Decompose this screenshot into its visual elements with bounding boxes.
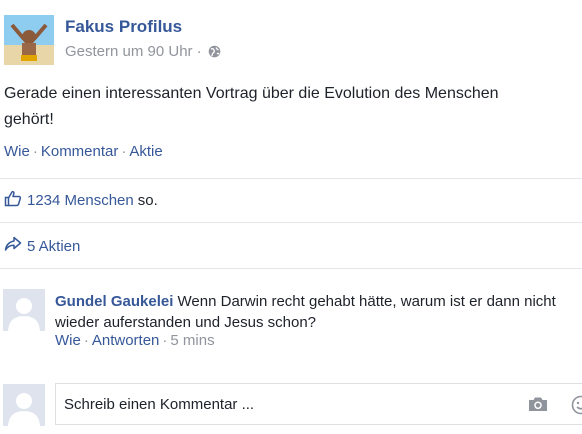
like-link[interactable]: Wie (4, 143, 30, 160)
shares-row: 5 Aktien (4, 236, 80, 256)
share-arrow-icon (4, 236, 27, 256)
post-actions: Wie · Kommentar · Aktie (4, 143, 163, 160)
shares-count-link[interactable]: 5 Aktien (27, 238, 80, 255)
post-text-line-1: Gerade einen interessanten Vortrag über … (4, 85, 499, 102)
post-text-line-2: gehört! (4, 111, 54, 128)
comment-reply-link[interactable]: Antworten (92, 332, 160, 349)
share-link[interactable]: Aktie (129, 143, 162, 160)
divider (0, 178, 582, 179)
likes-count-link[interactable]: 1234 Menschen (27, 192, 134, 209)
comment-time[interactable]: 5 mins (170, 332, 214, 349)
action-separator: · (162, 332, 168, 349)
comment-like-link[interactable]: Wie (55, 332, 81, 349)
globe-icon[interactable] (208, 45, 221, 58)
meta-separator: · (196, 43, 202, 60)
action-separator: · (32, 143, 38, 160)
comment-text-line-1: Wenn Darwin recht gehabt hätte, warum is… (177, 293, 556, 310)
comment-link[interactable]: Kommentar (41, 143, 119, 160)
comment-body: Gundel Gaukelei Wenn Darwin recht gehabt… (55, 291, 582, 333)
divider (0, 268, 582, 269)
post-author-name[interactable]: Fakus Profilus (65, 17, 182, 37)
comment-composer (55, 383, 582, 425)
likes-suffix: so. (137, 192, 158, 209)
composer-avatar (3, 384, 45, 426)
comment-actions: Wie · Antworten · 5 mins (55, 332, 215, 349)
comment-line-1: Gundel Gaukelei Wenn Darwin recht gehabt… (55, 291, 582, 312)
camera-icon[interactable] (528, 396, 548, 417)
comment-input[interactable] (56, 395, 514, 413)
divider (0, 222, 582, 223)
commenter-avatar[interactable] (3, 289, 45, 331)
comment-text-line-2: wieder auferstanden und Jesus schon? (55, 314, 317, 331)
post-text: Gerade einen interessanten Vortrag über … (4, 81, 582, 133)
post-timestamp[interactable]: Gestern um 90 Uhr (65, 43, 193, 60)
post-meta: Gestern um 90 Uhr · (65, 43, 221, 60)
action-separator: · (121, 143, 127, 160)
smiley-icon[interactable] (571, 395, 582, 420)
action-separator: · (83, 332, 89, 349)
thumbs-up-icon (4, 190, 27, 211)
comment-author-name[interactable]: Gundel Gaukelei (55, 293, 173, 310)
likes-row: 1234 Menschen so. (4, 190, 158, 211)
author-avatar[interactable] (4, 15, 54, 65)
